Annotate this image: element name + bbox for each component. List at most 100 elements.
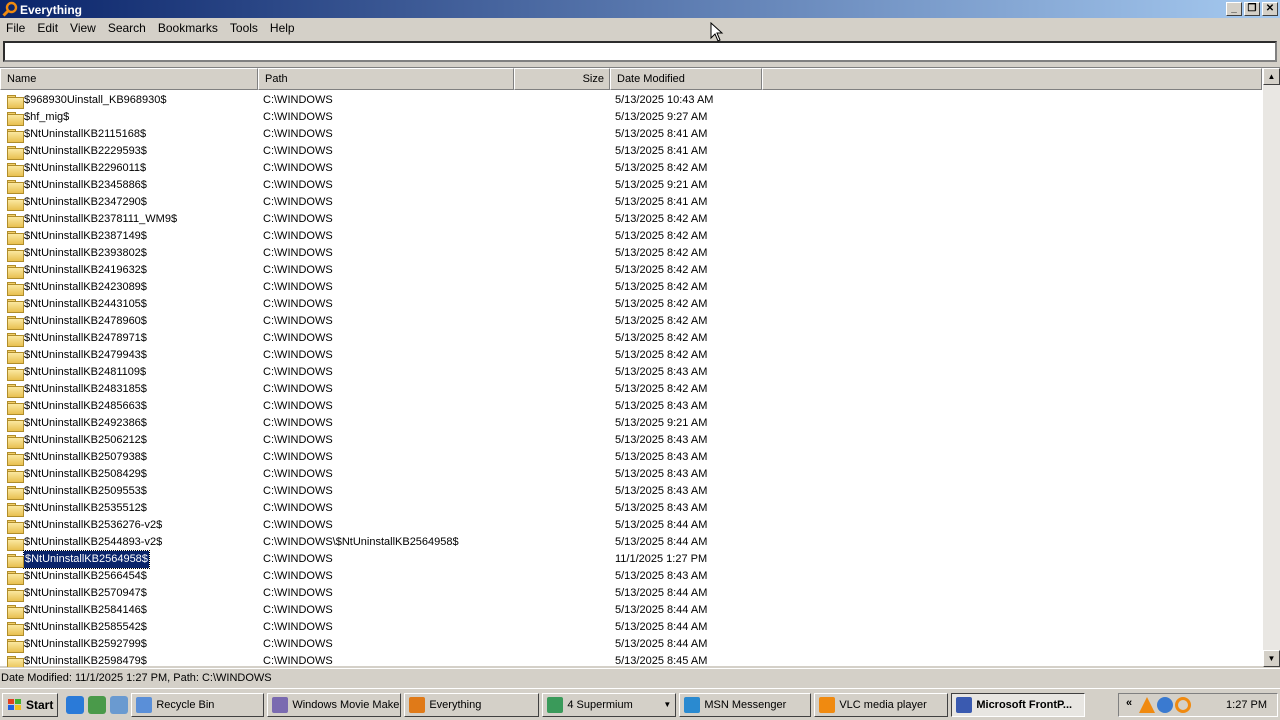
menu-file[interactable]: File (0, 18, 31, 38)
vlc-icon (819, 696, 836, 713)
row-date: 5/13/2025 8:42 AM (615, 247, 708, 259)
table-row[interactable]: $968930Uinstall_KB968930$ C:\WINDOWS 5/13/… (0, 92, 1262, 109)
table-row[interactable]: $NtUninstallKB2584146$ C:\WINDOWS 5/13/202… (0, 602, 1262, 619)
table-row[interactable]: $NtUninstallKB2509553$ C:\WINDOWS 5/13/202… (0, 483, 1262, 500)
table-row[interactable]: $NtUninstallKB2443105$ C:\WINDOWS 5/13/202… (0, 296, 1262, 313)
row-name-cell: $hf_mig$ (7, 109, 257, 126)
taskbar-item[interactable]: Microsoft FrontP... (951, 692, 1086, 717)
vertical-scrollbar[interactable]: ▲ ▼ (1263, 68, 1280, 667)
taskbar-item-label: 4 Supermium (567, 698, 633, 711)
restore-button[interactable]: ❐ (1244, 2, 1260, 16)
taskbar-item[interactable]: VLC media player (814, 692, 949, 717)
table-row[interactable]: $NtUninstallKB2592799$ C:\WINDOWS 5/13/202… (0, 636, 1262, 653)
row-path: C:\WINDOWS (263, 162, 333, 174)
table-row[interactable]: $NtUninstallKB2570947$ C:\WINDOWS 5/13/202… (0, 585, 1262, 602)
title-bar[interactable]: Everything _ ❐ ✕ (0, 0, 1280, 18)
scroll-down-button[interactable]: ▼ (1263, 650, 1280, 667)
internet-explorer-icon[interactable] (66, 695, 85, 714)
taskbar-item[interactable]: 4 Supermium ▼ (542, 692, 677, 717)
show-desktop-icon[interactable] (110, 695, 129, 714)
row-date: 5/13/2025 9:27 AM (615, 111, 708, 123)
table-row[interactable]: $NtUninstallKB2481109$ C:\WINDOWS 5/13/202… (0, 364, 1262, 381)
table-row[interactable]: $NtUninstallKB2492386$ C:\WINDOWS 5/13/202… (0, 415, 1262, 432)
network-tray-icon[interactable] (1157, 697, 1173, 713)
table-row[interactable]: $NtUninstallKB2478971$ C:\WINDOWS 5/13/202… (0, 330, 1262, 347)
folder-icon (7, 179, 24, 194)
table-row[interactable]: $NtUninstallKB2345886$ C:\WINDOWS 5/13/202… (0, 177, 1262, 194)
quick-launch-icon[interactable] (88, 695, 107, 714)
row-name-cell: $968930Uinstall_KB968930$ (7, 92, 257, 109)
row-name-cell: $NtUninstallKB2479943$ (7, 347, 257, 364)
table-row[interactable]: $NtUninstallKB2115168$ C:\WINDOWS 5/13/202… (0, 126, 1262, 143)
tray-expand-icon[interactable]: « (1121, 697, 1137, 713)
row-date: 11/1/2025 1:27 PM (615, 553, 708, 565)
table-row[interactable]: $NtUninstallKB2378111_WM9$ C:\WINDOWS 5/13… (0, 211, 1262, 228)
folder-icon (7, 264, 24, 279)
row-name-cell: $NtUninstallKB2387149$ (7, 228, 257, 245)
table-row[interactable]: $NtUninstallKB2535512$ C:\WINDOWS 5/13/202… (0, 500, 1262, 517)
table-row[interactable]: $NtUninstallKB2566454$ C:\WINDOWS 5/13/202… (0, 568, 1262, 585)
search-input[interactable] (5, 43, 1275, 60)
close-button[interactable]: ✕ (1262, 2, 1278, 16)
everything-tray-icon[interactable] (1175, 697, 1191, 713)
table-row[interactable]: $NtUninstallKB2508429$ C:\WINDOWS 5/13/202… (0, 466, 1262, 483)
table-row[interactable]: $NtUninstallKB2483185$ C:\WINDOWS 5/13/202… (0, 381, 1262, 398)
folder-icon (7, 621, 24, 636)
vlc-tray-icon[interactable] (1139, 697, 1155, 713)
row-name: $NtUninstallKB2506212$ (24, 434, 147, 446)
scroll-up-button[interactable]: ▲ (1263, 68, 1280, 85)
taskbar-item[interactable]: Everything (404, 692, 540, 717)
row-name: $NtUninstallKB2485663$ (24, 400, 147, 412)
table-row[interactable]: $NtUninstallKB2506212$ C:\WINDOWS 5/13/202… (0, 432, 1262, 449)
row-name: $NtUninstallKB2585542$ (24, 621, 147, 633)
taskbar-item[interactable]: MSN Messenger (679, 692, 812, 717)
table-row[interactable]: $NtUninstallKB2347290$ C:\WINDOWS 5/13/202… (0, 194, 1262, 211)
taskbar-item[interactable]: Recycle Bin (131, 692, 265, 717)
row-path: C:\WINDOWS (263, 604, 333, 616)
row-path: C:\WINDOWS (263, 655, 333, 667)
table-row[interactable]: $NtUninstallKB2598479$ C:\WINDOWS 5/13/202… (0, 653, 1262, 667)
table-row[interactable]: $NtUninstallKB2419632$ C:\WINDOWS 5/13/202… (0, 262, 1262, 279)
menu-help[interactable]: Help (264, 18, 301, 38)
table-row[interactable]: $NtUninstallKB2485663$ C:\WINDOWS 5/13/202… (0, 398, 1262, 415)
table-row[interactable]: $hf_mig$ C:\WINDOWS 5/13/2025 9:27 AM (0, 109, 1262, 126)
row-path: C:\WINDOWS (263, 570, 333, 582)
menu-tools[interactable]: Tools (224, 18, 264, 38)
row-name-cell: $NtUninstallKB2508429$ (7, 466, 257, 483)
menu-edit[interactable]: Edit (31, 18, 64, 38)
column-name-header[interactable]: Name (0, 68, 258, 90)
column-path-header[interactable]: Path (258, 68, 514, 90)
table-row[interactable]: $NtUninstallKB2479943$ C:\WINDOWS 5/13/202… (0, 347, 1262, 364)
clock[interactable]: 1:27 PM (1226, 699, 1267, 711)
table-row[interactable]: $NtUninstallKB2478960$ C:\WINDOWS 5/13/202… (0, 313, 1262, 330)
row-path: C:\WINDOWS (263, 247, 333, 259)
table-row[interactable]: $NtUninstallKB2296011$ C:\WINDOWS 5/13/202… (0, 160, 1262, 177)
minimize-button[interactable]: _ (1226, 2, 1242, 16)
table-row[interactable]: $NtUninstallKB2387149$ C:\WINDOWS 5/13/202… (0, 228, 1262, 245)
row-path: C:\WINDOWS (263, 553, 333, 565)
table-row[interactable]: $NtUninstallKB2393802$ C:\WINDOWS 5/13/202… (0, 245, 1262, 262)
table-row[interactable]: $NtUninstallKB2585542$ C:\WINDOWS 5/13/202… (0, 619, 1262, 636)
column-size-header[interactable]: Size (514, 68, 610, 90)
menu-view[interactable]: View (64, 18, 102, 38)
table-row[interactable]: $NtUninstallKB2229593$ C:\WINDOWS 5/13/202… (0, 143, 1262, 160)
row-date: 5/13/2025 8:42 AM (615, 298, 708, 310)
menu-search[interactable]: Search (102, 18, 152, 38)
start-button[interactable]: Start (2, 692, 59, 717)
table-row[interactable]: $NtUninstallKB2544893-v2$ C:\WINDOWS\$NtU… (0, 534, 1262, 551)
row-name-cell: $NtUninstallKB2347290$ (7, 194, 257, 211)
table-row[interactable]: $NtUninstallKB2423089$ C:\WINDOWS 5/13/202… (0, 279, 1262, 296)
row-date: 5/13/2025 8:44 AM (615, 638, 708, 650)
taskbar-item[interactable]: Windows Movie Maker (267, 692, 402, 717)
menu-bookmarks[interactable]: Bookmarks (152, 18, 224, 38)
table-row[interactable]: $NtUninstallKB2564958$ C:\WINDOWS 11/1/202… (0, 550, 1262, 569)
row-date: 5/13/2025 8:43 AM (615, 451, 708, 463)
column-date-header[interactable]: Date Modified (610, 68, 762, 90)
table-row[interactable]: $NtUninstallKB2536276-v2$ C:\WINDOWS 5/13/… (0, 517, 1262, 534)
row-name-cell: $NtUninstallKB2485663$ (7, 398, 257, 415)
row-name-cell: $NtUninstallKB2478960$ (7, 313, 257, 330)
row-path: C:\WINDOWS\$NtUninstallKB2564958$ (263, 536, 459, 548)
row-date: 5/13/2025 8:43 AM (615, 400, 708, 412)
row-name-cell: $NtUninstallKB2592799$ (7, 636, 257, 653)
table-row[interactable]: $NtUninstallKB2507938$ C:\WINDOWS 5/13/202… (0, 449, 1262, 466)
